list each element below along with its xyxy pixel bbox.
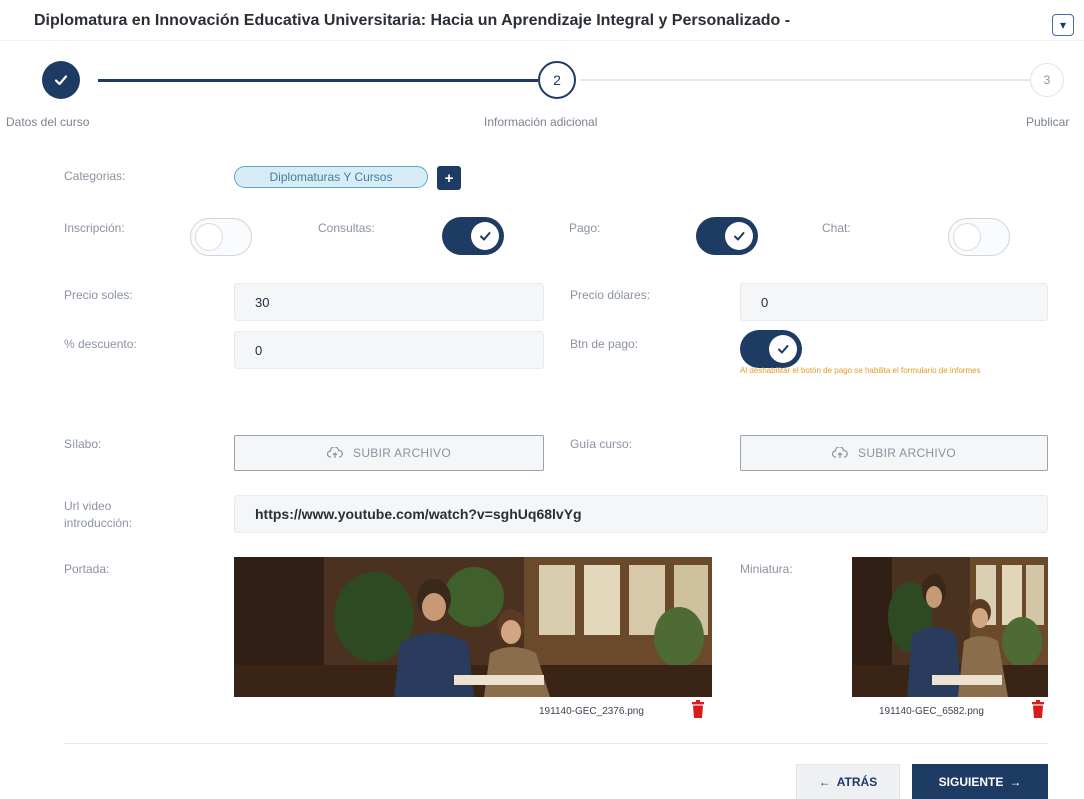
page-title: Diplomatura en Innovación Educativa Univ… [34,12,791,29]
arrow-right-icon: → [1009,775,1022,789]
precio-dolares-input[interactable]: 0 [740,283,1048,321]
trash-icon[interactable] [1030,700,1046,718]
back-button[interactable]: ← ATRÁS [796,764,900,799]
consultas-toggle[interactable] [442,217,504,255]
url-video-input[interactable]: https://www.youtube.com/watch?v=sghUq68l… [234,495,1048,533]
upload-label: SUBIR ARCHIVO [858,446,956,460]
portada-image[interactable] [234,557,712,697]
square-dot-icon: ▾ [1059,18,1067,32]
inscripcion-label: Inscripción: [64,221,125,235]
add-category-button[interactable]: + [437,166,461,190]
toggle-knob [471,222,499,250]
footer-divider [64,743,1048,744]
stepper-progress-line [98,79,538,82]
collapse-button[interactable]: ▾ [1052,14,1074,36]
miniatura-label: Miniatura: [740,562,793,576]
check-icon [734,232,745,241]
header-divider [0,40,1084,41]
step-2-label: Información adicional [484,115,598,129]
cloud-upload-icon [832,447,848,458]
step-3-label: Publicar [1026,115,1070,129]
check-icon [54,75,68,86]
precio-soles-label: Precio soles: [64,288,133,302]
chat-toggle[interactable] [948,218,1010,256]
step-2-circle[interactable]: 2 [538,61,576,99]
guia-curso-label: Guía curso: [570,437,633,451]
miniatura-image[interactable] [852,557,1048,697]
btn-pago-label: Btn de pago: [570,337,639,351]
consultas-label: Consultas: [318,221,375,235]
silabo-upload-button[interactable]: SUBIR ARCHIVO [234,435,544,471]
url-video-label-1: Url video [64,499,112,513]
arrow-left-icon: ← [818,775,831,789]
url-video-label-2: introducción: [64,516,133,530]
descuento-label: % descuento: [64,337,137,351]
stepper-pending-line [580,79,1035,81]
pago-toggle[interactable] [696,217,758,255]
pago-label: Pago: [569,221,601,235]
category-chip[interactable]: Diplomaturas Y Cursos [234,166,428,188]
miniatura-file-name: 191140-GEC_6582.png [879,706,984,717]
step-3-circle[interactable]: 3 [1030,63,1064,97]
trash-icon[interactable] [690,700,706,718]
back-button-label: ATRÁS [836,775,878,789]
check-icon [778,345,789,354]
check-icon [480,232,491,241]
next-button-label: SIGUIENTE [938,775,1004,789]
btn-pago-note: Al deshabilitar el botón de pago se habi… [740,366,981,375]
cloud-upload-icon [327,447,343,458]
toggle-knob [195,223,223,251]
descuento-input[interactable]: 0 [234,331,544,369]
guia-upload-button[interactable]: SUBIR ARCHIVO [740,435,1048,471]
categorias-label: Categorias: [64,169,126,183]
toggle-knob [953,223,981,251]
chat-label: Chat: [822,221,851,235]
upload-label: SUBIR ARCHIVO [353,446,451,460]
portada-file-name: 191140-GEC_2376.png [539,706,644,717]
precio-soles-input[interactable]: 30 [234,283,544,321]
precio-dolares-label: Precio dólares: [570,288,651,302]
step-1-label: Datos del curso [6,115,90,129]
portada-label: Portada: [64,562,110,576]
silabo-label: Sílabo: [64,437,102,451]
toggle-knob [725,222,753,250]
step-1-circle[interactable] [42,61,80,99]
inscripcion-toggle[interactable] [190,218,252,256]
next-button[interactable]: SIGUIENTE → [912,764,1048,799]
